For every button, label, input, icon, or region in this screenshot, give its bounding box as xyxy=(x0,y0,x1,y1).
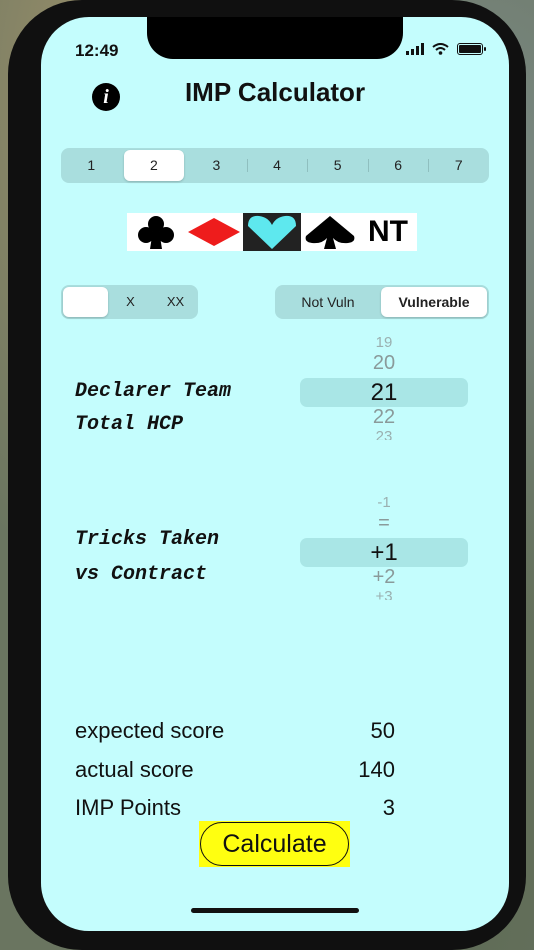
heart-icon xyxy=(248,215,296,249)
vulnerability-segmented-control: Not Vuln Vulnerable xyxy=(275,285,489,319)
suit-nt-button[interactable]: NT xyxy=(359,213,417,251)
picker-row: +3 xyxy=(375,588,393,600)
picker-row: 19 xyxy=(375,334,393,348)
level-option[interactable]: 6 xyxy=(367,150,429,181)
battery-icon xyxy=(457,43,486,55)
expected-score-value: 50 xyxy=(370,718,395,743)
level-option[interactable]: 5 xyxy=(307,150,368,181)
level-option-selected[interactable]: 2 xyxy=(123,150,185,181)
level-option[interactable]: 3 xyxy=(186,150,247,181)
suit-hearts-button[interactable] xyxy=(243,213,301,251)
page-title: IMP Calculator xyxy=(184,77,366,107)
phone-frame: 12:49 i IMP Calculator 1 2 3 4 5 6 7 NT … xyxy=(8,0,526,950)
imp-points-label: IMP Points xyxy=(75,795,181,820)
vulnerable-option[interactable]: Vulnerable xyxy=(381,287,487,317)
picker-row: 22 xyxy=(372,406,396,428)
nt-label: NT xyxy=(368,215,408,248)
doubling-segmented-control: X XX xyxy=(61,285,198,319)
level-segmented-control: 1 2 3 4 5 6 7 xyxy=(61,148,489,183)
hcp-picker[interactable]: 19 20 21 22 23 xyxy=(300,334,468,446)
suit-selector: NT xyxy=(127,213,417,251)
redouble-option[interactable]: XX xyxy=(153,287,198,317)
hcp-label: Declarer Team Total HCP xyxy=(75,380,232,436)
suit-clubs-button[interactable] xyxy=(127,213,185,251)
wifi-icon xyxy=(432,43,449,55)
actual-score-label: actual score xyxy=(75,757,194,782)
actual-score-value: 140 xyxy=(358,757,395,782)
not-vuln-option[interactable]: Not Vuln xyxy=(275,287,381,317)
tricks-picker[interactable]: -1 = +1 +2 +3 xyxy=(300,494,468,606)
club-icon xyxy=(138,216,174,249)
level-option[interactable]: 1 xyxy=(61,150,122,181)
expected-score-label: expected score xyxy=(75,718,225,743)
picker-row: 20 xyxy=(372,352,396,374)
picker-row: -1 xyxy=(377,494,391,508)
picker-row: +2 xyxy=(372,566,396,588)
notch xyxy=(147,17,403,59)
actual-score-row: actual score 140 xyxy=(75,757,395,783)
imp-points-row: IMP Points 3 xyxy=(75,795,395,821)
expected-score-row: expected score 50 xyxy=(75,718,395,744)
app-screen: 12:49 i IMP Calculator 1 2 3 4 5 6 7 NT … xyxy=(41,17,509,931)
picker-row: 23 xyxy=(375,428,393,440)
home-indicator[interactable] xyxy=(191,908,359,913)
suit-diamonds-button[interactable] xyxy=(185,213,243,251)
picker-row-selected: +1 xyxy=(370,539,398,566)
undoubled-option[interactable] xyxy=(63,287,108,317)
tricks-label: Tricks Taken vs Contract xyxy=(75,528,220,586)
status-icons xyxy=(406,43,486,55)
imp-points-value: 3 xyxy=(382,795,395,820)
level-option[interactable]: 4 xyxy=(246,150,308,181)
suit-spades-button[interactable] xyxy=(301,213,359,251)
level-option[interactable]: 7 xyxy=(428,150,489,181)
diamond-icon xyxy=(188,218,240,246)
spade-icon xyxy=(305,216,355,249)
calculate-button[interactable]: Calculate xyxy=(199,821,350,867)
picker-row-selected: 21 xyxy=(370,379,398,406)
picker-row: = xyxy=(378,512,390,534)
double-option[interactable]: X xyxy=(108,287,153,317)
status-time: 12:49 xyxy=(75,41,119,60)
signal-icon xyxy=(406,43,424,55)
calculate-label: Calculate xyxy=(200,822,349,866)
